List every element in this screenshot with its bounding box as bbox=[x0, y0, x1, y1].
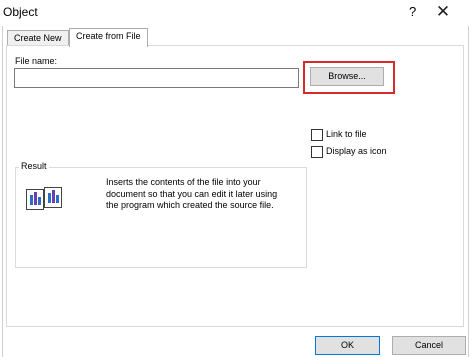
help-button[interactable]: ? bbox=[409, 4, 416, 19]
link-to-file-checkbox[interactable] bbox=[311, 129, 323, 141]
display-as-icon-label[interactable]: Display as icon bbox=[326, 146, 387, 156]
ok-button[interactable]: OK bbox=[315, 336, 380, 355]
result-description: Inserts the contents of the file into yo… bbox=[106, 177, 278, 210]
browse-button[interactable]: Browse... bbox=[310, 67, 384, 86]
link-to-file-label[interactable]: Link to file bbox=[326, 129, 367, 139]
title-bar bbox=[0, 0, 474, 26]
display-as-icon-checkbox[interactable] bbox=[311, 146, 323, 158]
tab-create-from-file[interactable]: Create from File bbox=[69, 28, 148, 47]
result-label: Result bbox=[19, 161, 49, 171]
embedded-object-icon bbox=[26, 186, 62, 212]
close-button[interactable]: ✕ bbox=[429, 0, 457, 24]
cancel-button[interactable]: Cancel bbox=[392, 336, 466, 355]
dialog-left-edge bbox=[2, 26, 3, 357]
window-title: Object bbox=[3, 5, 38, 19]
dialog-right-edge bbox=[468, 26, 469, 357]
file-name-input[interactable] bbox=[14, 68, 299, 88]
file-name-label: File name: bbox=[15, 56, 58, 66]
tab-create-new[interactable]: Create New bbox=[7, 30, 69, 46]
